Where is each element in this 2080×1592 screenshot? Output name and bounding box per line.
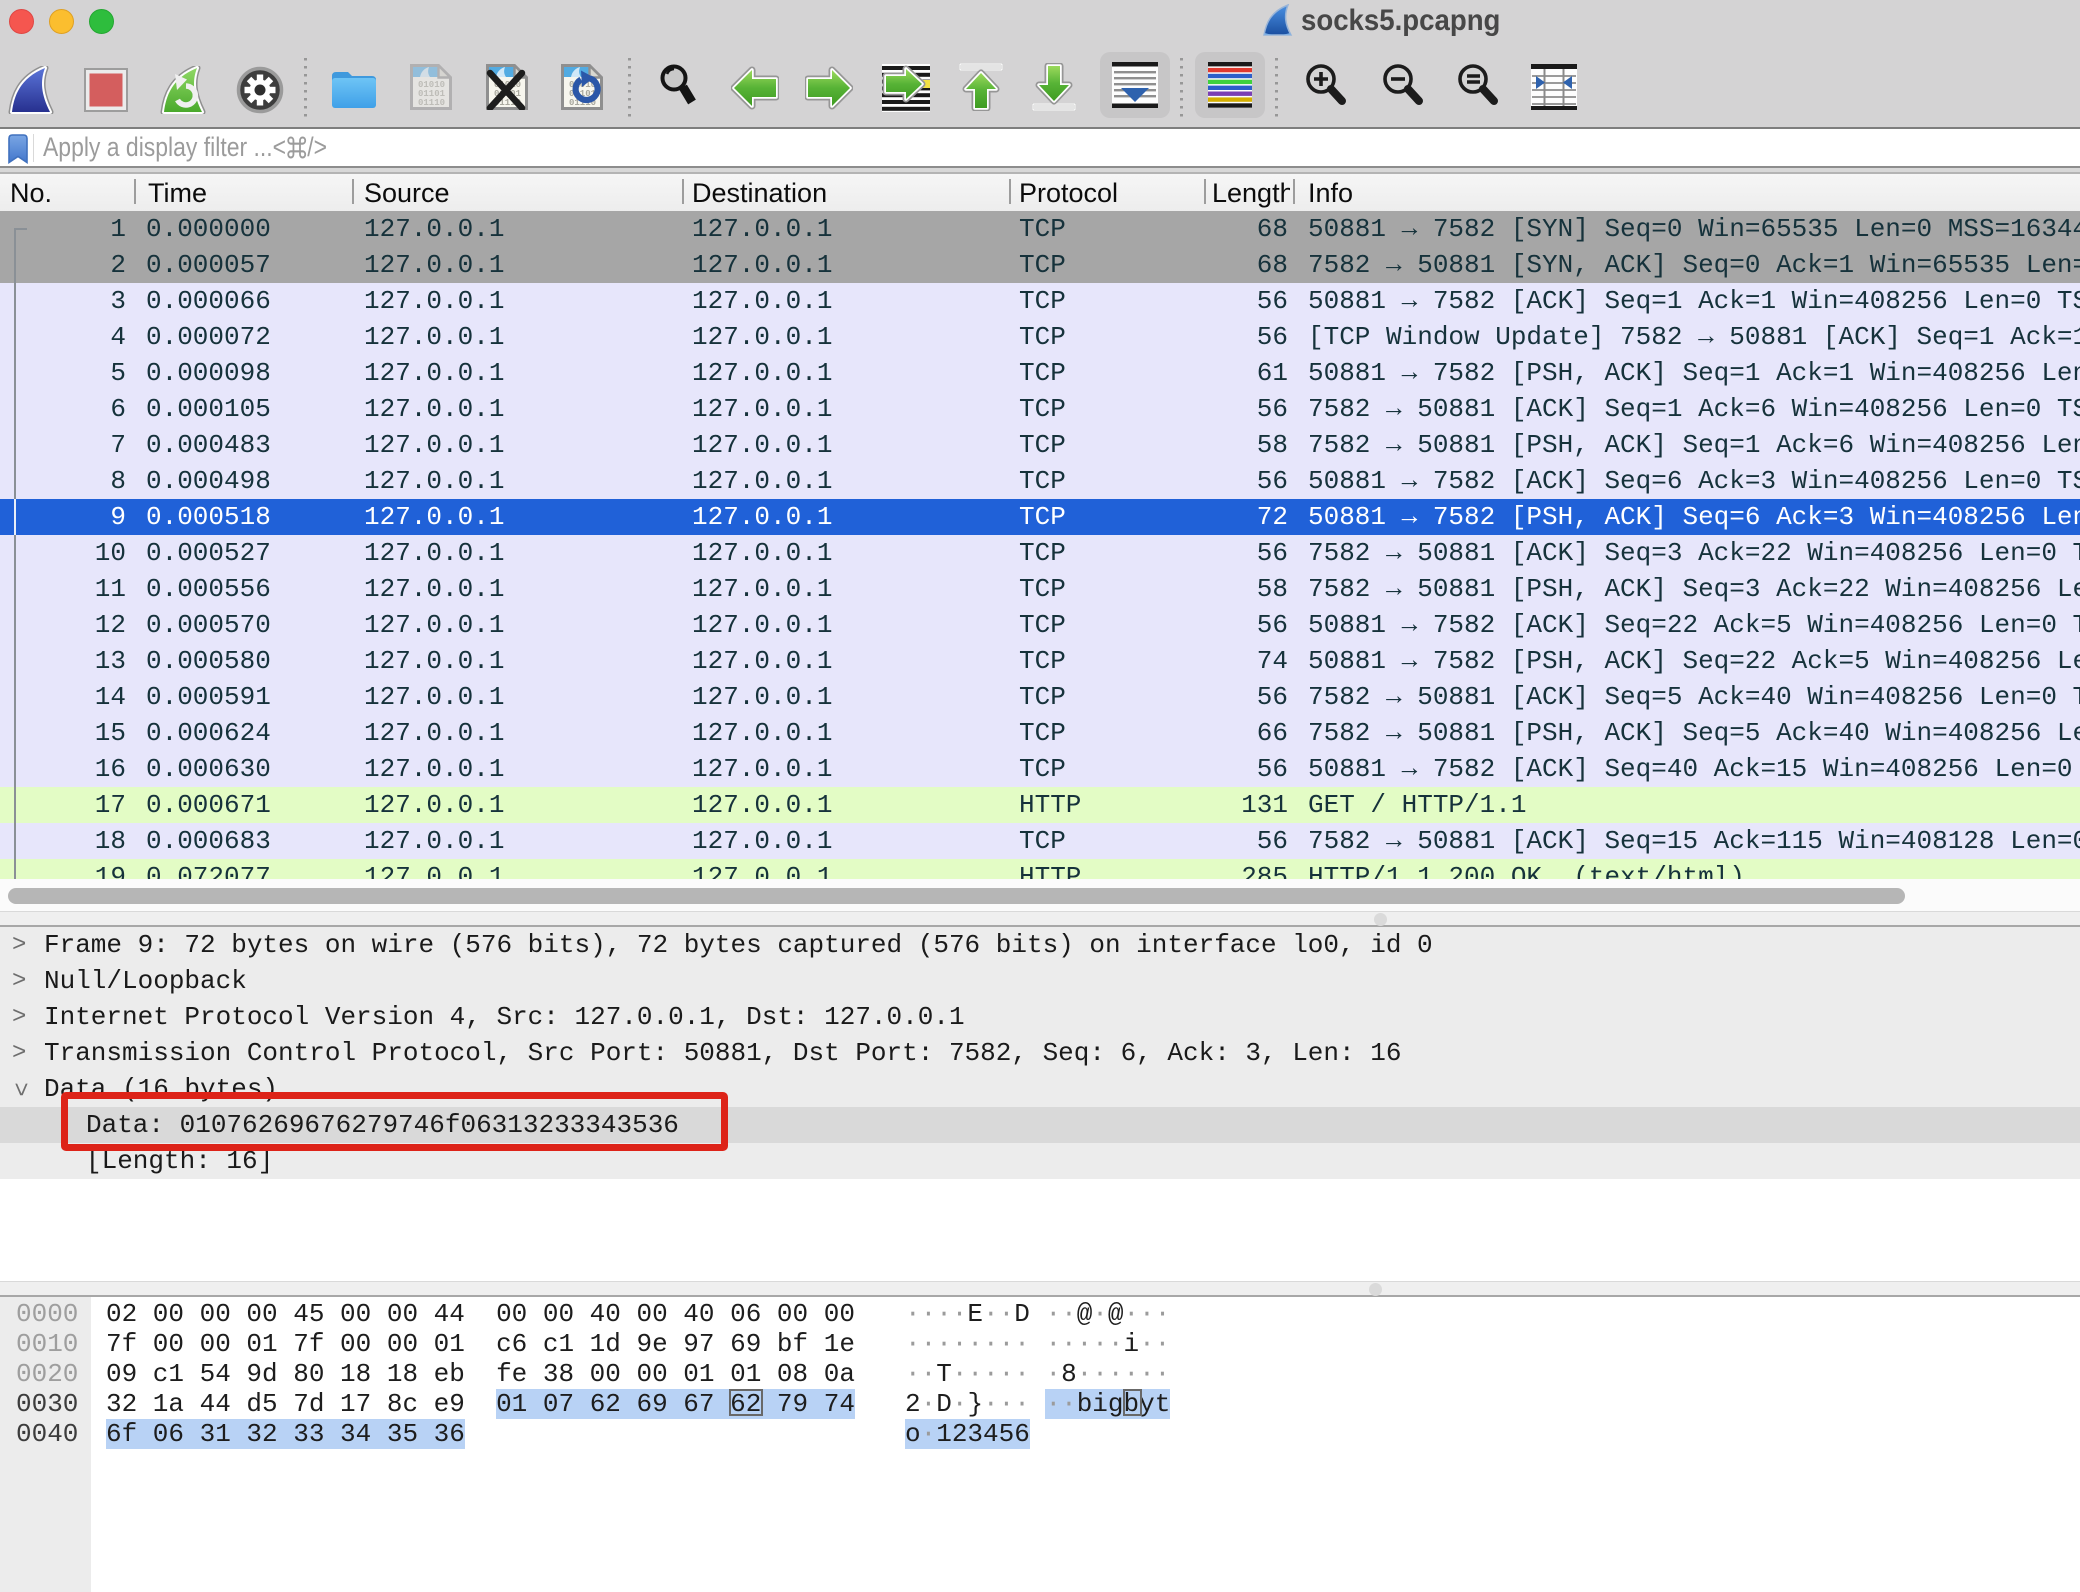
svg-text:01110: 01110 [418,98,445,108]
